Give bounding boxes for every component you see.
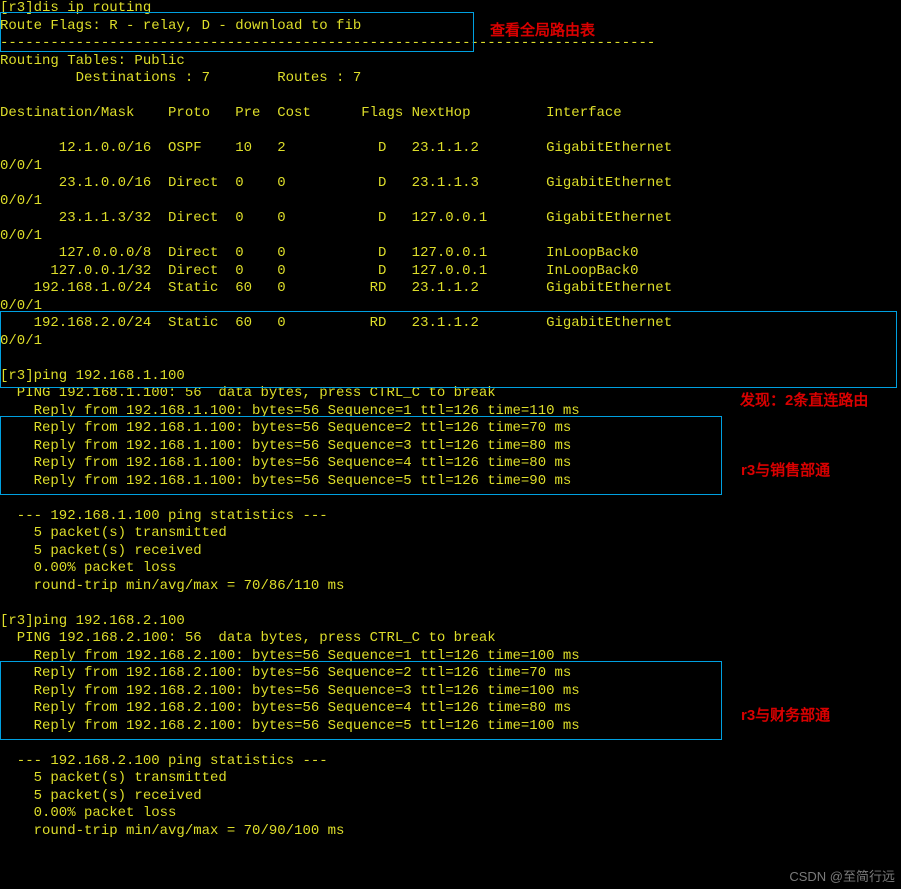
- ping2-reply: Reply from 192.168.2.100: bytes=56 Seque…: [0, 683, 580, 699]
- routing-row: 192.168.2.0/24 Static 60 0 RD 23.1.1.2 G…: [0, 315, 672, 331]
- routing-counts: Destinations : 7 Routes : 7: [0, 70, 361, 86]
- ping1-reply: Reply from 192.168.1.100: bytes=56 Seque…: [0, 473, 571, 489]
- ping2-reply: Reply from 192.168.2.100: bytes=56 Seque…: [0, 665, 571, 681]
- ping1-stats: 5 packet(s) received: [0, 543, 202, 559]
- ping1-stats: 0.00% packet loss: [0, 560, 176, 576]
- annotation-view-routing-table: 查看全局路由表: [490, 22, 595, 41]
- ping1-stats: 5 packet(s) transmitted: [0, 525, 227, 541]
- routing-header: Destination/Mask Proto Pre Cost Flags Ne…: [0, 105, 622, 121]
- routing-row: 127.0.0.0/8 Direct 0 0 D 127.0.0.1 InLoo…: [0, 245, 639, 261]
- cmd-ping2: [r3]ping 192.168.2.100: [0, 613, 185, 629]
- routing-row: 0/0/1: [0, 298, 42, 314]
- ping2-stats: round-trip min/avg/max = 70/90/100 ms: [0, 823, 344, 839]
- ping2-head: PING 192.168.2.100: 56 data bytes, press…: [0, 630, 496, 646]
- routing-row: 127.0.0.1/32 Direct 0 0 D 127.0.0.1 InLo…: [0, 263, 639, 279]
- routing-row: 0/0/1: [0, 333, 42, 349]
- route-flags-line: Route Flags: R - relay, D - download to …: [0, 18, 361, 34]
- routing-row: 12.1.0.0/16 OSPF 10 2 D 23.1.1.2 Gigabit…: [0, 140, 672, 156]
- ping1-stats: round-trip min/avg/max = 70/86/110 ms: [0, 578, 344, 594]
- routing-row: 0/0/1: [0, 228, 42, 244]
- ping2-reply: Reply from 192.168.2.100: bytes=56 Seque…: [0, 648, 580, 664]
- routing-title: Routing Tables: Public: [0, 53, 185, 69]
- watermark: CSDN @至简行远: [789, 869, 895, 885]
- routing-row: 0/0/1: [0, 158, 42, 174]
- ping2-stats: 5 packet(s) transmitted: [0, 770, 227, 786]
- ping2-stats: 0.00% packet loss: [0, 805, 176, 821]
- routing-row: 23.1.0.0/16 Direct 0 0 D 23.1.1.3 Gigabi…: [0, 175, 672, 191]
- ping2-reply: Reply from 192.168.2.100: bytes=56 Seque…: [0, 700, 571, 716]
- ping1-reply: Reply from 192.168.1.100: bytes=56 Seque…: [0, 420, 571, 436]
- ping1-head: PING 192.168.1.100: 56 data bytes, press…: [0, 385, 496, 401]
- ping1-stats: --- 192.168.1.100 ping statistics ---: [0, 508, 328, 524]
- ping2-stats: 5 packet(s) received: [0, 788, 202, 804]
- ping1-reply: Reply from 192.168.1.100: bytes=56 Seque…: [0, 455, 571, 471]
- routing-row: 23.1.1.3/32 Direct 0 0 D 127.0.0.1 Gigab…: [0, 210, 672, 226]
- terminal-screen[interactable]: [r3]dis ip routing Route Flags: R - rela…: [0, 0, 901, 889]
- ping1-reply: Reply from 192.168.1.100: bytes=56 Seque…: [0, 438, 571, 454]
- annotation-finance: r3与财务部通: [741, 707, 830, 726]
- ping1-reply: Reply from 192.168.1.100: bytes=56 Seque…: [0, 403, 580, 419]
- ping2-stats: --- 192.168.2.100 ping statistics ---: [0, 753, 328, 769]
- annotation-static-routes: 发现：2条直连路由: [740, 392, 868, 411]
- routing-row: 0/0/1: [0, 193, 42, 209]
- routing-row: 192.168.1.0/24 Static 60 0 RD 23.1.1.2 G…: [0, 280, 672, 296]
- cmd-ping1: [r3]ping 192.168.1.100: [0, 368, 185, 384]
- cmd-dis-routing: [r3]dis ip routing: [0, 0, 151, 16]
- annotation-sales: r3与销售部通: [741, 462, 830, 481]
- ping2-reply: Reply from 192.168.2.100: bytes=56 Seque…: [0, 718, 580, 734]
